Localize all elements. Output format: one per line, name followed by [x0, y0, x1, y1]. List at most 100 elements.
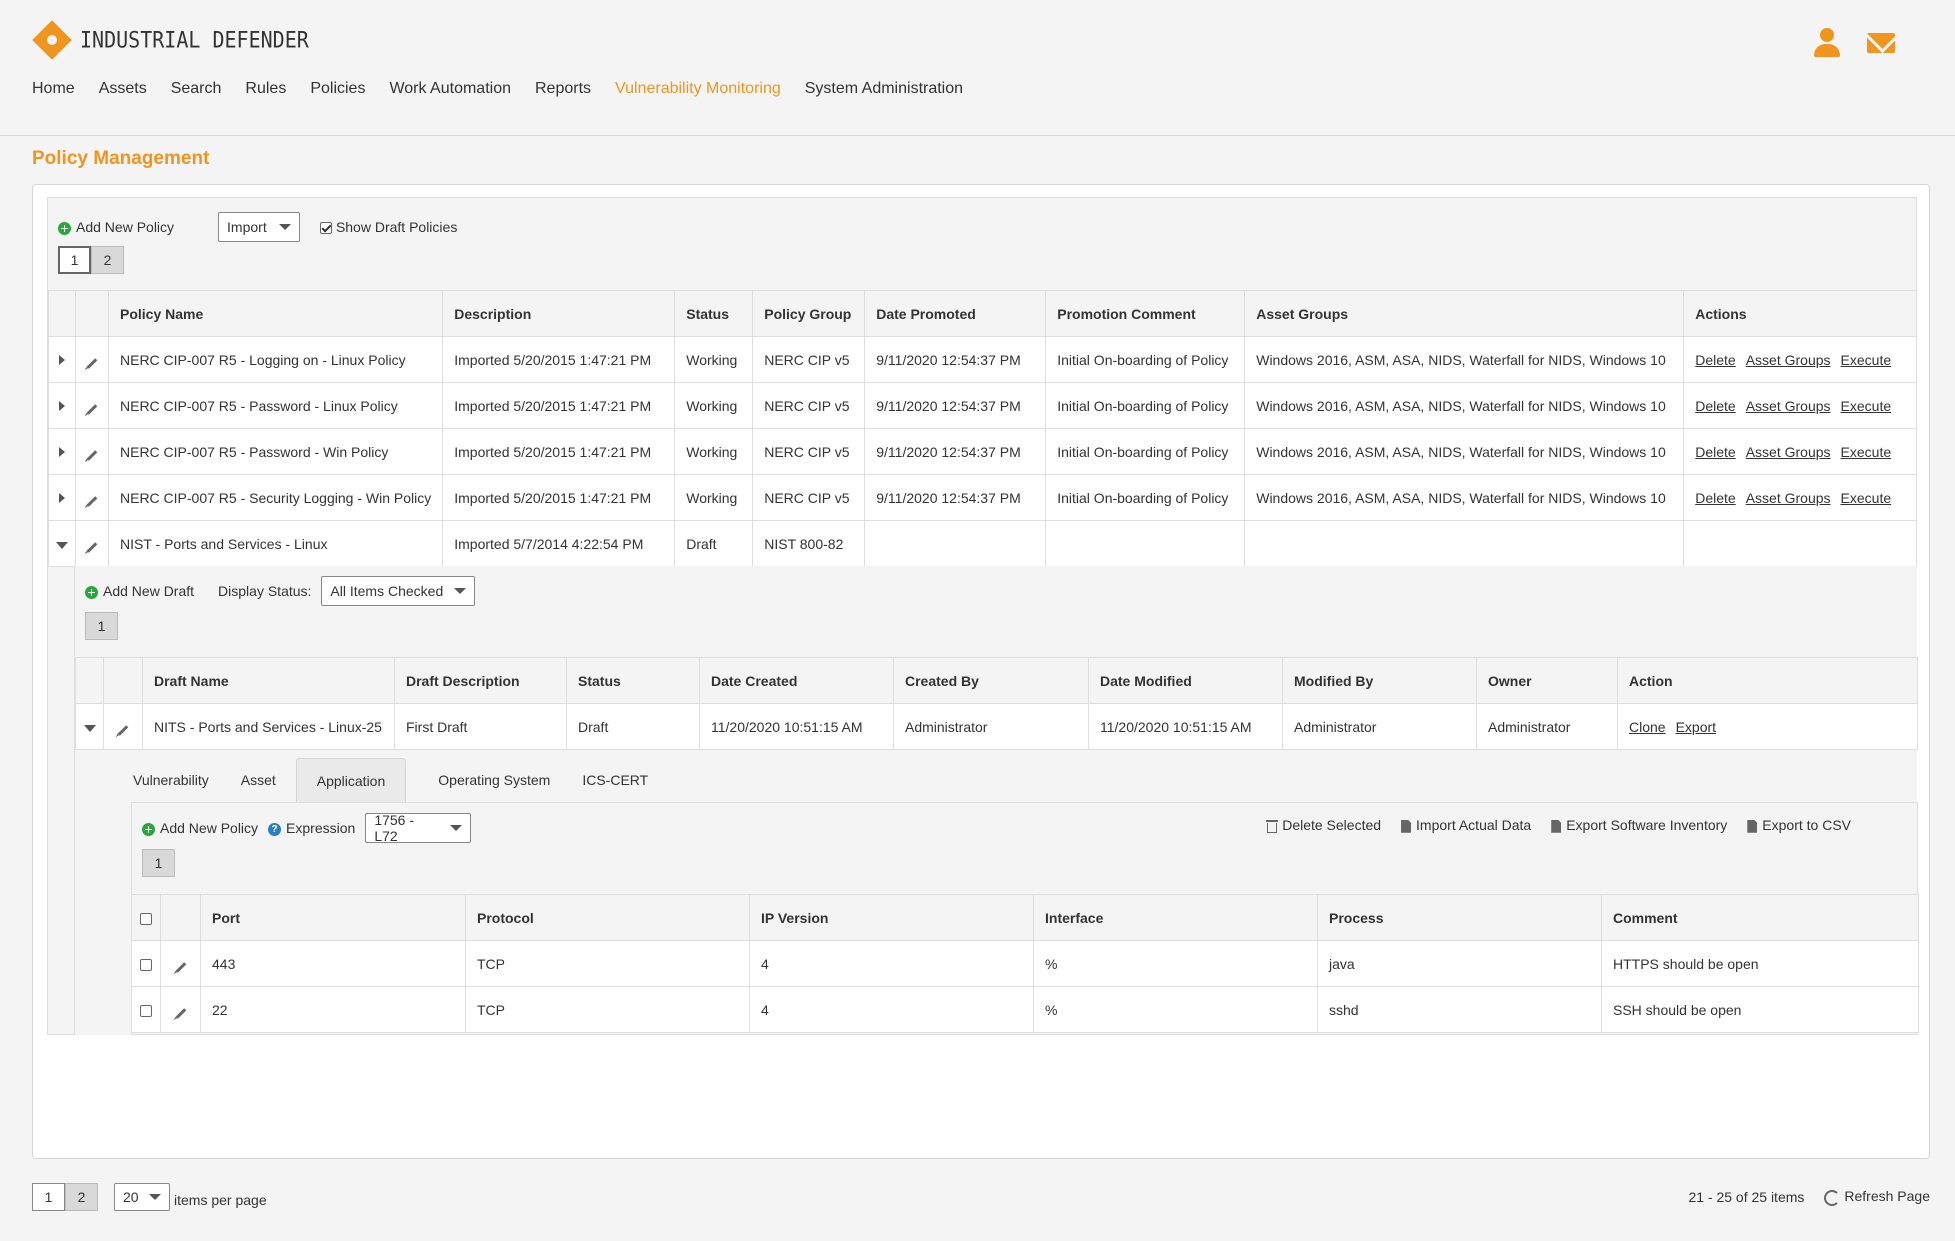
edit-icon[interactable] [87, 496, 98, 507]
import-actual-data-button[interactable]: Import Actual Data [1401, 817, 1531, 833]
asset-groups-link[interactable]: Asset Groups [1746, 398, 1831, 414]
show-drafts-label: Show Draft Policies [336, 219, 457, 235]
promotion-comment: Initial On-boarding of Policy [1046, 475, 1245, 521]
nav-search[interactable]: Search [171, 80, 222, 98]
expand-icon[interactable] [59, 447, 65, 457]
collapse-icon[interactable] [84, 725, 96, 732]
delete-link[interactable]: Delete [1695, 490, 1735, 506]
edit-icon[interactable] [87, 542, 98, 553]
nav-vulnerability-monitoring[interactable]: Vulnerability Monitoring [615, 80, 781, 98]
nav-rules[interactable]: Rules [245, 80, 286, 98]
export-csv-button[interactable]: Export to CSV [1747, 817, 1851, 833]
nav-home[interactable]: Home [32, 80, 75, 98]
user-icon[interactable] [1813, 28, 1841, 58]
tab-ics-cert[interactable]: ICS-CERT [570, 758, 668, 802]
edit-icon[interactable] [87, 358, 98, 369]
port-table-header: Port Protocol IP Version Interface Proce… [132, 895, 1919, 941]
tab-operating-system[interactable]: Operating System [406, 758, 570, 802]
col-modified-by[interactable]: Modified By [1283, 658, 1477, 704]
draft-table: Draft Name Draft Description Status Date… [75, 657, 1918, 750]
col-status[interactable]: Status [567, 658, 700, 704]
col-draft-name[interactable]: Draft Name [143, 658, 395, 704]
add-policy-button[interactable]: Add New Policy [58, 219, 174, 235]
asset-groups-link[interactable]: Asset Groups [1746, 490, 1831, 506]
import-dropdown[interactable]: Import [218, 212, 300, 242]
expand-icon[interactable] [59, 355, 65, 365]
add-app-policy-button[interactable]: Add New Policy [142, 820, 258, 836]
asset-groups-link[interactable]: Asset Groups [1746, 444, 1831, 460]
col-interface[interactable]: Interface [1034, 895, 1318, 941]
edit-icon[interactable] [87, 404, 98, 415]
row-checkbox[interactable] [140, 1005, 152, 1017]
col-date-created[interactable]: Date Created [700, 658, 894, 704]
tab-asset[interactable]: Asset [229, 758, 296, 802]
edit-icon[interactable] [175, 962, 186, 973]
col-date-modified[interactable]: Date Modified [1089, 658, 1283, 704]
page-1-button[interactable]: 1 [142, 849, 175, 877]
col-created-by[interactable]: Created By [894, 658, 1089, 704]
col-port[interactable]: Port [201, 895, 466, 941]
policy-status: Working [675, 475, 753, 521]
logo[interactable]: INDUSTRIAL DEFENDER [32, 20, 309, 60]
export-inventory-button[interactable]: Export Software Inventory [1551, 817, 1727, 833]
show-drafts-toggle[interactable]: Show Draft Policies [320, 219, 457, 235]
col-policy-group[interactable]: Policy Group [753, 291, 865, 337]
display-status-dropdown[interactable]: All Items Checked [321, 576, 475, 606]
execute-link[interactable]: Execute [1841, 490, 1892, 506]
execute-link[interactable]: Execute [1841, 352, 1892, 368]
page-size-dropdown[interactable]: 20 [114, 1183, 170, 1211]
col-promotion-comment[interactable]: Promotion Comment [1046, 291, 1245, 337]
execute-link[interactable]: Execute [1841, 398, 1892, 414]
col-status[interactable]: Status [675, 291, 753, 337]
col-description[interactable]: Description [443, 291, 675, 337]
logo-text: INDUSTRIAL DEFENDER [80, 27, 309, 53]
expression-dropdown[interactable]: 1756 - L72 [365, 813, 471, 843]
row-checkbox[interactable] [140, 959, 152, 971]
nav-assets[interactable]: Assets [99, 80, 147, 98]
policy-description: Imported 5/20/2015 1:47:21 PM [443, 337, 675, 383]
nav-reports[interactable]: Reports [535, 80, 591, 98]
mail-icon[interactable] [1867, 33, 1895, 53]
collapse-icon[interactable] [56, 542, 68, 549]
edit-icon[interactable] [118, 725, 129, 736]
page-1-button[interactable]: 1 [85, 612, 118, 640]
page-1-button[interactable]: 1 [58, 246, 91, 274]
tab-vulnerability[interactable]: Vulnerability [113, 758, 229, 802]
execute-link[interactable]: Execute [1841, 444, 1892, 460]
col-policy-name[interactable]: Policy Name [109, 291, 443, 337]
show-drafts-checkbox[interactable] [320, 222, 332, 234]
delete-link[interactable]: Delete [1695, 444, 1735, 460]
page-2-button[interactable]: 2 [65, 1183, 98, 1211]
nav-work-automation[interactable]: Work Automation [389, 80, 511, 98]
port-table: Port Protocol IP Version Interface Proce… [131, 894, 1919, 1033]
delete-link[interactable]: Delete [1695, 352, 1735, 368]
draft-tabs: Vulnerability Asset Application Operatin… [113, 758, 668, 802]
select-all-checkbox[interactable] [140, 913, 152, 925]
nav-policies[interactable]: Policies [310, 80, 365, 98]
tab-application[interactable]: Application [296, 758, 407, 802]
col-asset-groups[interactable]: Asset Groups [1245, 291, 1684, 337]
add-draft-button[interactable]: Add New Draft [85, 583, 194, 599]
col-draft-description[interactable]: Draft Description [395, 658, 567, 704]
export-link[interactable]: Export [1676, 719, 1716, 735]
nav-system-administration[interactable]: System Administration [805, 80, 963, 98]
page-2-button[interactable]: 2 [91, 246, 124, 274]
col-process[interactable]: Process [1318, 895, 1602, 941]
col-date-promoted[interactable]: Date Promoted [865, 291, 1046, 337]
edit-icon[interactable] [175, 1008, 186, 1019]
edit-icon[interactable] [87, 450, 98, 461]
page-1-button[interactable]: 1 [32, 1183, 65, 1211]
col-comment[interactable]: Comment [1602, 895, 1919, 941]
col-ip-version[interactable]: IP Version [750, 895, 1034, 941]
col-owner[interactable]: Owner [1477, 658, 1618, 704]
asset-groups-link[interactable]: Asset Groups [1746, 352, 1831, 368]
expression-help[interactable]: ?Expression [268, 820, 355, 836]
expand-icon[interactable] [59, 401, 65, 411]
col-protocol[interactable]: Protocol [466, 895, 750, 941]
policy-description: Imported 5/20/2015 1:47:21 PM [443, 475, 675, 521]
refresh-button[interactable]: Refresh Page [1824, 1188, 1930, 1205]
delete-selected-button[interactable]: Delete Selected [1266, 817, 1381, 833]
delete-link[interactable]: Delete [1695, 398, 1735, 414]
clone-link[interactable]: Clone [1629, 719, 1666, 735]
expand-icon[interactable] [59, 493, 65, 503]
